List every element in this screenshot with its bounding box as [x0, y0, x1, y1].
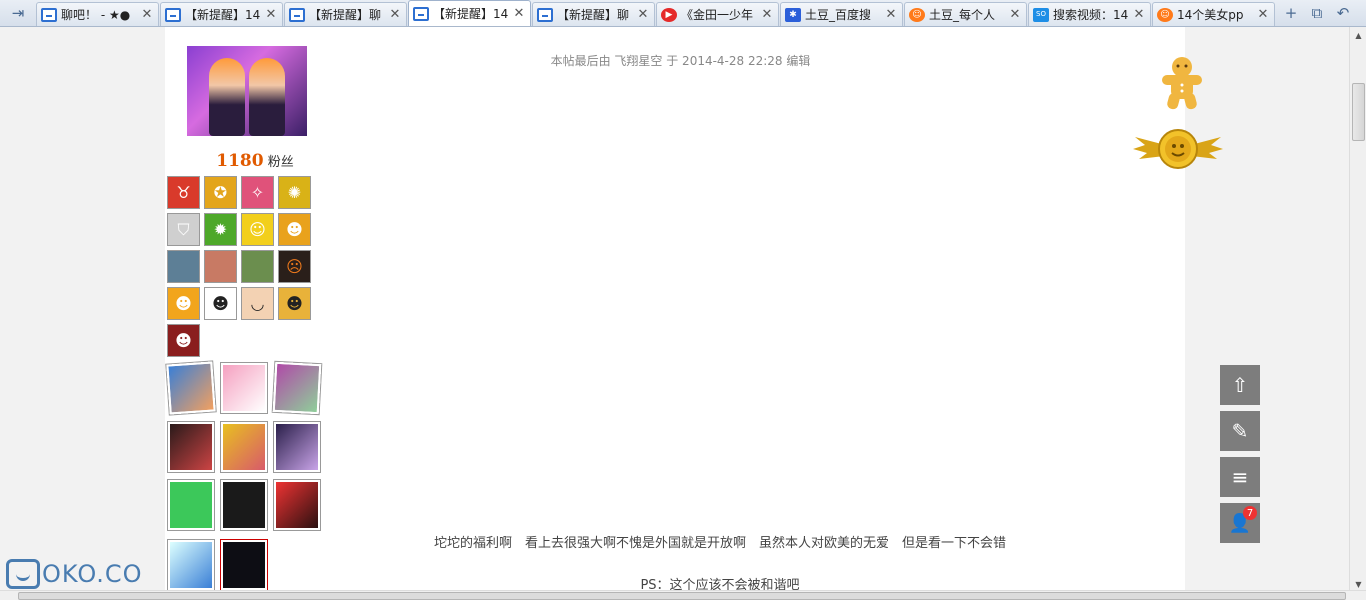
medal-badge[interactable]: ☻ — [167, 324, 200, 357]
post-content-area: 1180 粉丝 ♉ ✪ ✧ ✺ ⛉ ✹ ☺ ☻ ☹ ☻ ☻ ◡ ☻ ☻ 本帖最后… — [165, 27, 1223, 593]
tab-title: 土豆_每个人 — [929, 8, 996, 22]
edit-post-button[interactable]: ✎ — [1220, 411, 1260, 451]
sticker-image[interactable] — [272, 361, 322, 415]
chat-icon — [413, 6, 429, 21]
watermark-logo-icon — [6, 559, 40, 589]
close-icon[interactable]: ✕ — [760, 7, 774, 22]
vertical-scrollbar[interactable]: ▲ ▼ — [1349, 27, 1366, 593]
close-icon[interactable]: ✕ — [140, 7, 154, 22]
tab-title: 聊吧！ - ★● — [61, 8, 131, 22]
browser-tab[interactable]: 聊吧！ - ★● ✕ — [36, 2, 159, 26]
sticker-image[interactable] — [221, 480, 267, 530]
browser-tab[interactable]: 【新提醒】聊 ✕ — [284, 2, 407, 26]
close-icon[interactable]: ✕ — [264, 7, 278, 22]
tab-title: 【新提醒】聊 — [309, 8, 382, 22]
medal-badge[interactable] — [241, 250, 274, 283]
sticker-image[interactable] — [221, 363, 267, 413]
gingerbread-icon — [1162, 57, 1202, 110]
medal-badge[interactable] — [204, 250, 237, 283]
medal-badge[interactable]: ⛉ — [167, 213, 200, 246]
tab-title: 土豆_百度搜 — [805, 8, 872, 22]
back-to-top-button[interactable]: ⇧ — [1220, 365, 1260, 405]
tab-title: 搜索视频：14 — [1053, 8, 1129, 22]
browser-tab-bar: ⇥ 聊吧！ - ★● ✕ 【新提醒】14 ✕ 【新提醒】聊 ✕ 【新提醒】14 ✕ 【新提醒】聊… — [0, 0, 1366, 27]
medal-badge[interactable]: ✧ — [241, 176, 274, 209]
tudou-icon: ☺ — [1157, 7, 1173, 22]
tab-title: 【新提醒】聊 — [557, 8, 630, 22]
medal-badge[interactable]: ☻ — [278, 213, 311, 246]
user-notify-button[interactable]: 👤 7 — [1220, 503, 1260, 543]
tab-nav-icon[interactable]: ⇥ — [0, 0, 36, 26]
medal-badge[interactable]: ✺ — [278, 176, 311, 209]
browser-tab[interactable]: ☺ 土豆_每个人 ✕ — [904, 2, 1027, 26]
browser-tab[interactable]: SO 搜索视频：14 ✕ — [1028, 2, 1151, 26]
browser-tab[interactable]: ✱ 土豆_百度搜 ✕ — [780, 2, 903, 26]
new-tab-button[interactable]: + — [1278, 0, 1304, 26]
chat-icon — [537, 7, 553, 22]
fans-count: 1180 粉丝 — [165, 151, 345, 171]
medal-badge[interactable] — [167, 250, 200, 283]
medal-badge[interactable]: ✪ — [204, 176, 237, 209]
tab-actions: + ⧉ ↶ — [1278, 0, 1356, 26]
chat-icon — [41, 7, 57, 22]
sticker-image[interactable] — [168, 480, 214, 530]
watermark-text: OKO.CO — [42, 560, 143, 588]
medal-badge[interactable]: ☻ — [278, 287, 311, 320]
browser-tab[interactable]: 【新提醒】14 ✕ — [408, 0, 531, 26]
browser-tab[interactable]: 【新提醒】聊 ✕ — [532, 2, 655, 26]
medal-badge[interactable]: ☻ — [204, 287, 237, 320]
tab-title: 【新提醒】14 — [433, 7, 509, 21]
tab-title: 14个美女pp — [1177, 8, 1244, 22]
tab-title: 《金田一少年 — [681, 8, 754, 22]
close-icon[interactable]: ✕ — [1132, 7, 1146, 22]
tab-title: 【新提醒】14 — [185, 8, 261, 22]
close-icon[interactable]: ✕ — [1008, 7, 1022, 22]
horizontal-scroll-thumb[interactable] — [18, 592, 1346, 600]
video-icon: ▶ — [661, 7, 677, 22]
medal-badge[interactable]: ◡ — [241, 287, 274, 320]
horizontal-scrollbar[interactable] — [0, 590, 1366, 600]
medal-badge[interactable]: ♉ — [167, 176, 200, 209]
winged-coin-icon — [1133, 129, 1223, 169]
scroll-up-arrow-icon[interactable]: ▲ — [1350, 27, 1366, 44]
close-icon[interactable]: ✕ — [388, 7, 402, 22]
floating-toolbar: ⇧ ✎ ≡ 👤 7 — [1220, 365, 1260, 549]
close-icon[interactable]: ✕ — [636, 7, 650, 22]
post-edit-note: 本帖最后由 飞翔星空 于 2014-4-28 22:28 编辑 — [550, 54, 811, 68]
sticker-image[interactable] — [168, 422, 214, 472]
site-watermark: OKO.CO — [6, 558, 143, 590]
soku-icon: SO — [1033, 7, 1049, 22]
menu-icon: ≡ — [1231, 465, 1249, 489]
vertical-scroll-thumb[interactable] — [1352, 83, 1365, 141]
tudou-icon: ☺ — [909, 7, 925, 22]
close-icon[interactable]: ✕ — [1256, 7, 1270, 22]
sticker-image[interactable] — [221, 422, 267, 472]
notification-badge: 7 — [1243, 506, 1257, 520]
post-text-line: 坨坨的福利啊 看上去很强大啊不愧是外国就是开放啊 虽然本人对欧美的无爱 但是看一… — [433, 536, 1006, 551]
back-to-top-icon: ⇧ — [1231, 373, 1249, 397]
medal-grid: ♉ ✪ ✧ ✺ ⛉ ✹ ☺ ☻ ☹ ☻ ☻ ◡ ☻ ☻ — [167, 176, 317, 357]
fans-label: 粉丝 — [267, 155, 294, 170]
medal-badge[interactable]: ☹ — [278, 250, 311, 283]
browser-tab[interactable]: 【新提醒】14 ✕ — [160, 2, 283, 26]
fans-number: 1180 — [216, 151, 264, 171]
chat-icon — [165, 7, 181, 22]
chat-icon — [289, 7, 305, 22]
menu-button[interactable]: ≡ — [1220, 457, 1260, 497]
paw-icon: ✱ — [785, 7, 801, 22]
sticker-image[interactable] — [166, 361, 216, 415]
edit-post-icon: ✎ — [1231, 419, 1249, 443]
browser-tab[interactable]: ▶ 《金田一少年 ✕ — [656, 2, 779, 26]
undo-close-icon[interactable]: ↶ — [1330, 0, 1356, 26]
medal-badge[interactable]: ☺ — [241, 213, 274, 246]
restore-window-icon[interactable]: ⧉ — [1304, 0, 1330, 26]
medal-badge[interactable]: ☻ — [167, 287, 200, 320]
close-icon[interactable]: ✕ — [884, 7, 898, 22]
medal-badge[interactable]: ✹ — [204, 213, 237, 246]
sticker-image[interactable] — [274, 480, 320, 530]
close-icon[interactable]: ✕ — [512, 6, 526, 21]
browser-tab[interactable]: ☺ 14个美女pp ✕ — [1152, 2, 1275, 26]
sticker-image[interactable] — [274, 422, 320, 472]
